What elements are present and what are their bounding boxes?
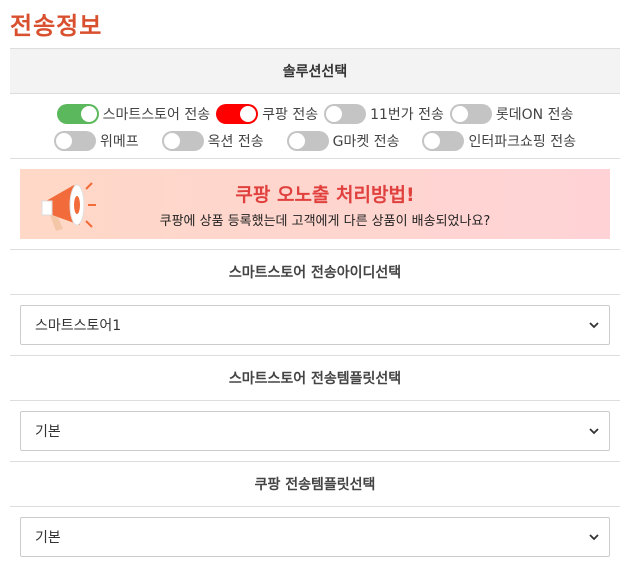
smartstore-template-header: 스마트스토어 전송템플릿선택 — [10, 355, 620, 401]
select-value: 기본 — [35, 530, 61, 546]
toggle-gmarket[interactable]: G마켓 전송 — [286, 130, 400, 151]
toggle-interpark[interactable]: 인터파크쇼핑 전송 — [422, 130, 576, 151]
chevron-down-icon — [589, 534, 599, 541]
toggle-smartstore[interactable]: 스마트스토어 전송 — [56, 103, 211, 124]
switch-interpark[interactable] — [422, 130, 465, 151]
select-value: 스마트스토어1 — [35, 318, 122, 334]
banner-subtitle: 쿠팡에 상품 등록했는데 고객에게 다른 상품이 배송되었나요? — [159, 214, 491, 229]
coupang-template-select[interactable]: 기본 — [20, 517, 610, 557]
switch-gmarket[interactable] — [286, 130, 329, 151]
smartstore-id-select[interactable]: 스마트스토어1 — [20, 305, 610, 345]
coupang-template-select-wrap: 기본 — [10, 507, 620, 567]
coupang-guide-banner[interactable]: 쿠팡 오노출 처리방법! 쿠팡에 상품 등록했는데 고객에게 다른 상품이 배송… — [20, 169, 610, 239]
toggle-lotteon[interactable]: 롯데ON 전송 — [449, 103, 574, 124]
switch-wemakeprice[interactable] — [54, 130, 97, 151]
send-info-panel: 솔루션선택 스마트스토어 전송 쿠팡 전송 11번가 전송 롯데ON 전송 위메… — [10, 48, 620, 567]
toggle-auction[interactable]: 옥션 전송 — [161, 130, 264, 151]
smartstore-template-select-wrap: 기본 — [10, 401, 620, 461]
smartstore-id-header: 스마트스토어 전송아이디선택 — [10, 249, 620, 295]
toggle-coupang[interactable]: 쿠팡 전송 — [216, 103, 319, 124]
switch-lotteon[interactable] — [449, 103, 492, 124]
toggle-label: G마켓 전송 — [332, 133, 400, 150]
toggle-label: 11번가 전송 — [370, 106, 444, 123]
toggle-label: 스마트스토어 전송 — [102, 106, 211, 123]
page-title: 전송정보 — [10, 12, 103, 40]
select-value: 기본 — [35, 424, 61, 440]
switch-smartstore[interactable] — [56, 103, 99, 124]
switch-11st[interactable] — [324, 103, 367, 124]
smartstore-template-select[interactable]: 기본 — [20, 411, 610, 451]
toggle-label: 인터파크쇼핑 전송 — [468, 133, 576, 150]
chevron-down-icon — [589, 428, 599, 435]
smartstore-id-select-wrap: 스마트스토어1 — [10, 295, 620, 355]
switch-coupang[interactable] — [216, 103, 259, 124]
toggle-wemakeprice[interactable]: 위메프 — [54, 130, 139, 151]
solution-toggles: 스마트스토어 전송 쿠팡 전송 11번가 전송 롯데ON 전송 위메프 옥션 전… — [10, 94, 620, 159]
toggle-row-1: 스마트스토어 전송 쿠팡 전송 11번가 전송 롯데ON 전송 — [10, 100, 620, 127]
toggle-label: 옥션 전송 — [207, 133, 264, 150]
toggle-label: 위메프 — [100, 133, 139, 150]
solution-select-header: 솔루션선택 — [10, 48, 620, 94]
switch-auction[interactable] — [161, 130, 204, 151]
banner-title: 쿠팡 오노출 처리방법! — [235, 184, 415, 206]
coupang-template-header: 쿠팡 전송템플릿선택 — [10, 461, 620, 507]
toggle-row-2: 위메프 옥션 전송 G마켓 전송 인터파크쇼핑 전송 — [10, 127, 620, 154]
toggle-label: 롯데ON 전송 — [495, 106, 574, 123]
chevron-down-icon — [589, 322, 599, 329]
toggle-11st[interactable]: 11번가 전송 — [324, 103, 444, 124]
toggle-label: 쿠팡 전송 — [262, 106, 319, 123]
